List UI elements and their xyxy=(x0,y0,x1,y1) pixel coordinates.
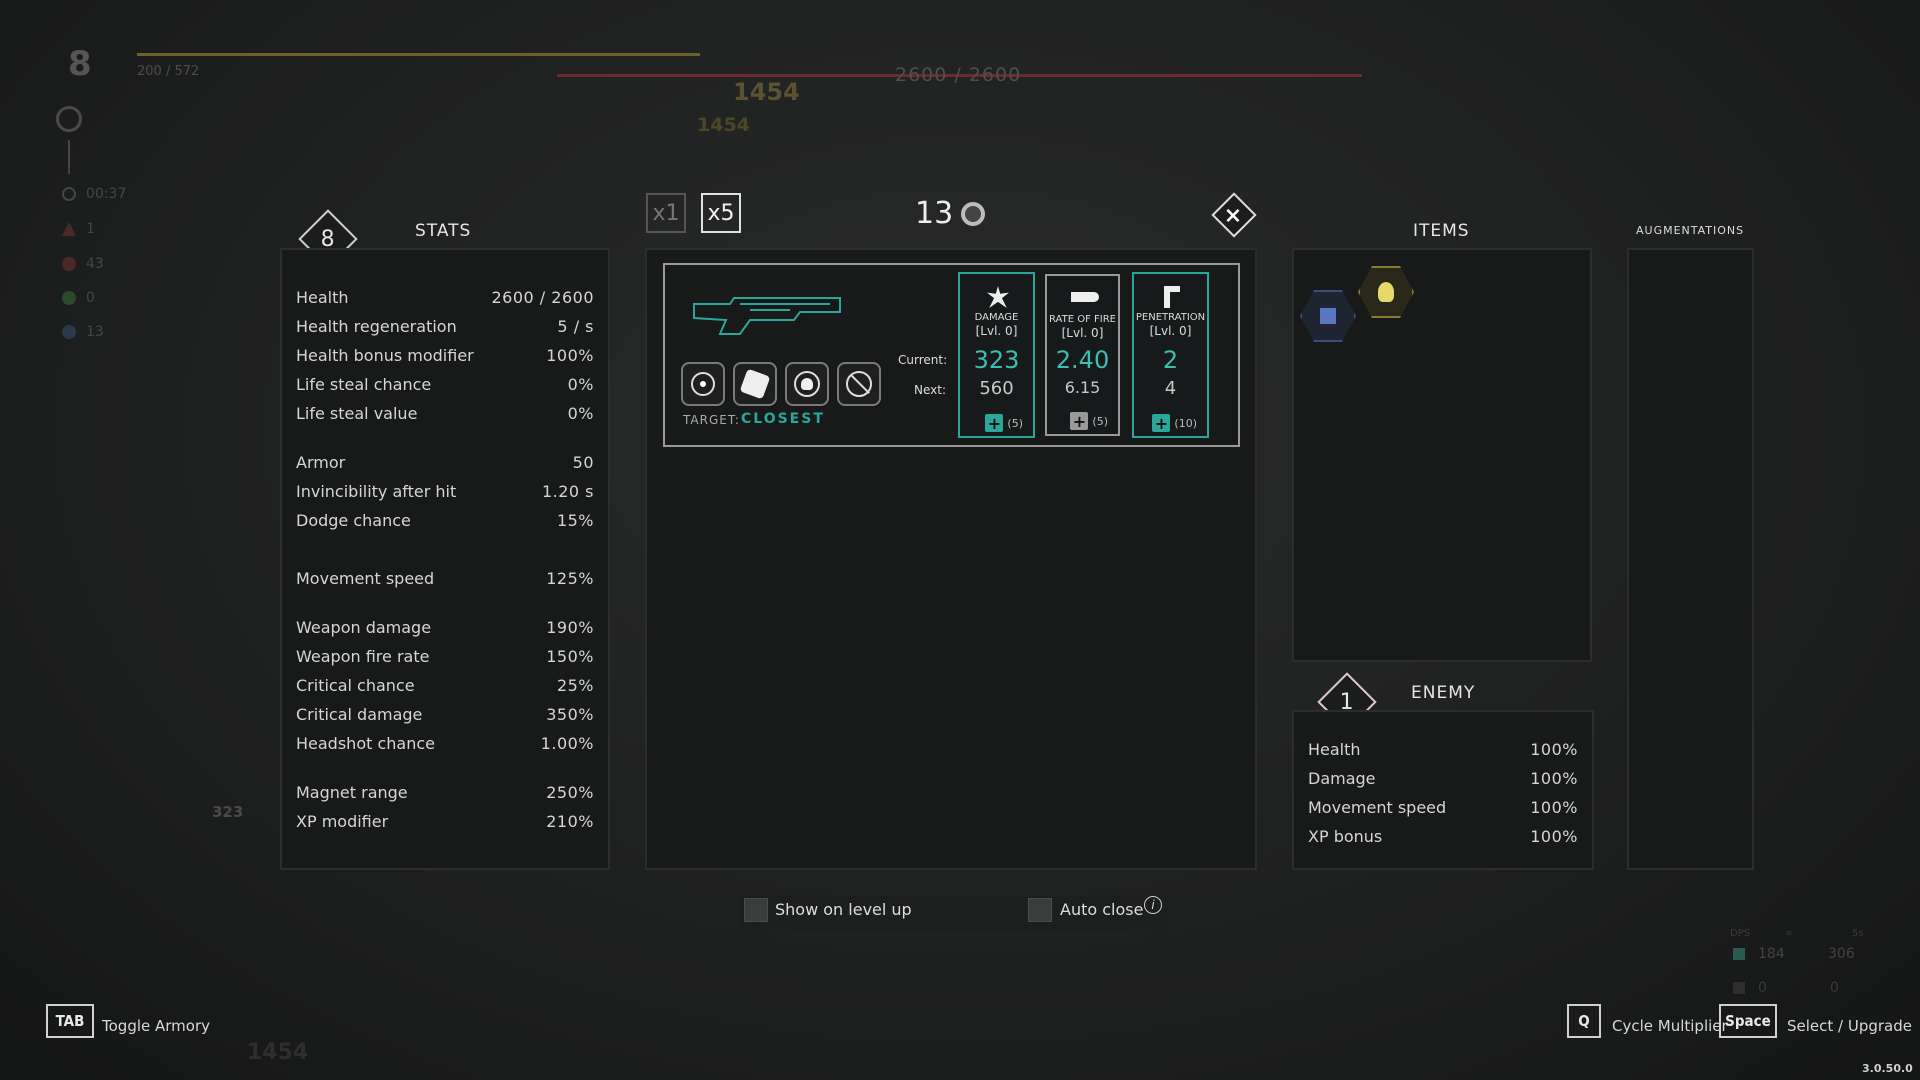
stat-row: Invincibility after hit 1.20 s xyxy=(296,482,594,501)
current-label: Current: xyxy=(898,353,948,367)
hud-divider xyxy=(68,140,70,174)
select-upgrade-label: Select / Upgrade xyxy=(1787,1017,1912,1035)
rifle-icon xyxy=(693,297,841,335)
stats-title: STATS xyxy=(415,221,472,241)
augmentations-panel xyxy=(1627,248,1754,870)
info-icon[interactable]: i xyxy=(1144,896,1162,914)
ability-ring-icon xyxy=(56,106,82,132)
upgrade-cost[interactable]: + (10) xyxy=(1152,414,1197,433)
burst-icon xyxy=(987,286,1009,308)
next-label: Next: xyxy=(914,383,946,397)
plus-icon: + xyxy=(1070,412,1089,431)
stat-row: Dodge chance 15% xyxy=(296,511,594,530)
enemy-stat-row: XP bonus 100% xyxy=(1308,827,1578,846)
stats-panel: Health 2600 / 2600 Health regeneration 5 /… xyxy=(280,248,610,870)
stat-row: Critical chance 25% xyxy=(296,676,594,695)
stat-row: Life steal chance 0% xyxy=(296,375,594,394)
enemy-stat-row: Damage 100% xyxy=(1308,769,1578,788)
hud-counter: 13 xyxy=(62,324,104,340)
dps-value: 0 xyxy=(1758,980,1767,996)
stat-row: Health regeneration 5 / s xyxy=(296,317,594,336)
clock-icon xyxy=(62,187,76,201)
stat-row: Weapon fire rate 150% xyxy=(296,647,594,666)
upgrade-cost[interactable]: + (5) xyxy=(1070,412,1108,431)
skull-crosshair-icon[interactable] xyxy=(785,362,829,406)
xp-bar xyxy=(137,53,700,56)
multiplier-x1-button[interactable]: x1 xyxy=(646,193,686,233)
arrow-up-icon xyxy=(62,291,76,305)
stat-row: Headshot chance 1.00% xyxy=(296,734,594,753)
hud-timer: 00:37 xyxy=(62,186,126,202)
gear-coin-icon xyxy=(961,201,986,226)
enemy-title: ENEMY xyxy=(1411,683,1476,703)
dps-value: 184 xyxy=(1758,946,1785,962)
close-button[interactable]: × xyxy=(1211,192,1257,238)
upgrade-penetration[interactable]: PENETRATION [Lvl. 0] 2 4 + (10) xyxy=(1132,272,1209,438)
dps-value: 306 xyxy=(1828,946,1855,962)
auto-close-label[interactable]: Auto close xyxy=(1060,900,1143,919)
hud-counter: 1 xyxy=(62,221,95,237)
damage-popup: 1454 xyxy=(733,78,800,106)
damage-popup: 1454 xyxy=(697,114,750,136)
orb-icon xyxy=(62,325,76,339)
currency-amount: 13 xyxy=(915,196,954,231)
show-on-level-up-checkbox[interactable] xyxy=(744,898,768,922)
stat-row: Health 2600 / 2600 xyxy=(296,288,594,307)
stat-row: Magnet range 250% xyxy=(296,783,594,802)
target-mode[interactable]: CLOSEST xyxy=(741,411,825,427)
stat-row: Weapon damage 190% xyxy=(296,618,594,637)
space-key[interactable]: Space xyxy=(1719,1004,1777,1038)
stat-row: Critical damage 350% xyxy=(296,705,594,724)
q-key[interactable]: Q xyxy=(1567,1004,1601,1038)
damage-popup: 323 xyxy=(212,803,244,821)
enemy-stat-row: Health 100% xyxy=(1308,740,1578,759)
plus-icon: + xyxy=(985,414,1004,433)
toggle-armory-label: Toggle Armory xyxy=(102,1017,210,1035)
upgrade-rate-of-fire[interactable]: RATE OF FIRE [Lvl. 0] 2.40 6.15 + (5) xyxy=(1045,274,1120,436)
upgrade-cost[interactable]: + (5) xyxy=(985,414,1023,433)
currency-display: 13 xyxy=(915,196,986,231)
xp-text: 200 / 572 xyxy=(137,64,200,79)
dps-color-swatch xyxy=(1733,948,1745,960)
bullet-icon xyxy=(1071,292,1099,302)
skull-icon xyxy=(62,257,76,271)
dice-icon[interactable] xyxy=(733,362,777,406)
cycle-multiplier-label: Cycle Multiplier xyxy=(1612,1017,1728,1035)
enemy-panel: Health 100% Damage 100% Movement speed 100%… xyxy=(1292,710,1594,870)
plus-icon: + xyxy=(1152,414,1171,433)
penetration-icon xyxy=(1164,286,1180,308)
items-title: ITEMS xyxy=(1413,221,1470,241)
auto-close-checkbox[interactable] xyxy=(1028,898,1052,922)
dps-header: DPS xyxy=(1730,928,1751,939)
warning-icon xyxy=(62,222,76,236)
stat-row: Health bonus modifier 100% xyxy=(296,346,594,365)
dps-header-5s: 5s xyxy=(1852,928,1864,939)
stat-row: Life steal value 0% xyxy=(296,404,594,423)
no-target-icon[interactable] xyxy=(837,362,881,406)
hud-counter: 0 xyxy=(62,290,95,306)
augmentations-title: AUGMENTATIONS xyxy=(1636,224,1745,237)
stat-row: Movement speed 125% xyxy=(296,569,594,588)
damage-popup: 1454 xyxy=(247,1040,309,1065)
dps-value: 0 xyxy=(1830,980,1839,996)
enemy-stat-row: Movement speed 100% xyxy=(1308,798,1578,817)
version-label: 3.0.50.0 xyxy=(1862,1062,1913,1075)
tab-key[interactable]: TAB xyxy=(46,1004,94,1038)
stat-row: Armor 50 xyxy=(296,453,594,472)
hud-counter: 43 xyxy=(62,256,104,272)
hp-text: 2600 / 2600 xyxy=(895,64,1022,86)
dps-color-swatch xyxy=(1733,982,1745,994)
multiplier-x5-button[interactable]: x5 xyxy=(701,193,741,233)
dps-header-inf: ∞ xyxy=(1785,928,1794,939)
target-dot-icon[interactable] xyxy=(681,362,725,406)
show-on-level-up-label[interactable]: Show on level up xyxy=(775,900,912,919)
stat-row: XP modifier 210% xyxy=(296,812,594,831)
close-icon: × xyxy=(1223,203,1243,229)
hud-level: 8 xyxy=(68,44,92,84)
upgrade-damage[interactable]: DAMAGE [Lvl. 0] 323 560 + (5) xyxy=(958,272,1035,438)
target-label: TARGET: xyxy=(683,413,740,427)
